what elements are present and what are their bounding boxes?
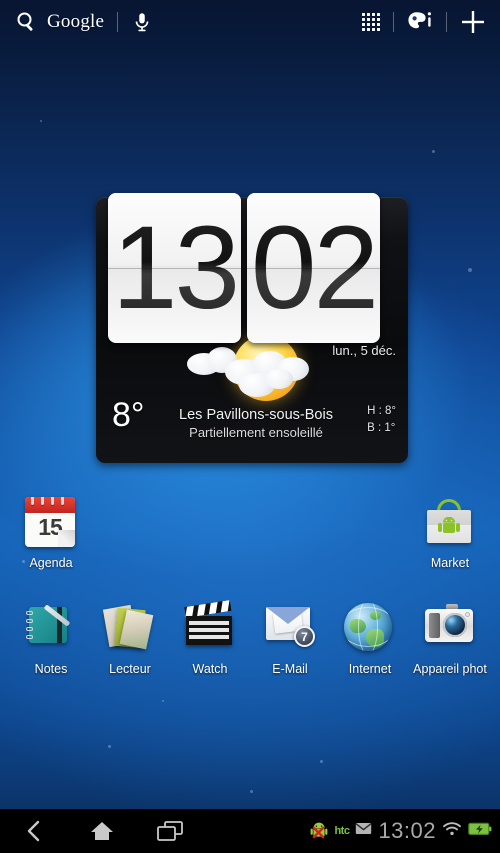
background-speck [40, 120, 42, 122]
background-speck [468, 268, 472, 272]
app-label-camera: Appareil phot [413, 663, 487, 676]
background-speck [320, 760, 323, 763]
google-brand-label[interactable]: Google [47, 11, 104, 33]
weather-city: Les Pavillons-sous-Bois [179, 407, 333, 423]
app-label-agenda: Agenda [29, 557, 73, 570]
background-speck [250, 790, 253, 793]
camera-icon [424, 603, 474, 643]
app-icon-market[interactable]: Market [407, 497, 493, 570]
bag-body [427, 510, 471, 543]
divider [117, 12, 119, 32]
cloud-shape [265, 369, 293, 389]
notebook-ring [26, 635, 33, 639]
globe-icon [344, 603, 392, 651]
personalize-icon[interactable] [407, 11, 433, 33]
calendar-page-curl [58, 530, 75, 547]
weather-date: lun., 5 déc. [332, 343, 396, 358]
home-icon[interactable] [68, 809, 136, 853]
camera-lens [443, 613, 467, 637]
clock-hours-value: 13 [108, 193, 241, 343]
app-label-lecteur: Lecteur [109, 663, 151, 676]
weather-high: H : 8° [367, 405, 396, 417]
background-speck [108, 745, 111, 748]
top-search-bar: Google [0, 0, 500, 44]
app-icon-notes[interactable]: Notes [8, 603, 94, 676]
notebook-ring [26, 627, 33, 631]
app-label-internet: Internet [348, 663, 392, 676]
envelope-flap [266, 607, 310, 624]
recent-apps-icon[interactable] [136, 809, 204, 853]
sun-behind-cloud-icon [181, 333, 331, 415]
weather-temperature: 8° [112, 396, 145, 434]
magazines-icon [102, 603, 154, 650]
app-icon-camera[interactable]: Appareil phot [407, 603, 493, 676]
magazine-front [119, 609, 154, 650]
app-icon-email[interactable]: 7 E-Mail [247, 603, 333, 676]
camera-grip [429, 613, 440, 638]
background-speck [432, 150, 435, 153]
envelope-status-icon [355, 822, 373, 840]
battery-charging-icon [468, 822, 492, 841]
notebook-ring [26, 619, 33, 623]
app-label-email: E-Mail [272, 663, 308, 676]
envelope-icon: 7 [264, 603, 315, 647]
app-icon-watch[interactable]: Watch [167, 599, 253, 676]
clapper-body [186, 616, 232, 645]
notebook-ring [26, 611, 33, 615]
divider [393, 12, 394, 32]
background-speck [162, 700, 164, 702]
app-icon-internet[interactable]: Internet [327, 603, 413, 676]
app-icon-agenda[interactable]: 15 Agenda [8, 497, 94, 570]
weather-high-low: H : 8° B : 1° [367, 403, 396, 436]
wifi-icon [442, 821, 462, 842]
app-label-watch: Watch [192, 663, 228, 676]
clapperboard-icon [184, 599, 234, 647]
microphone-icon[interactable] [131, 11, 153, 33]
weather-location-block: Les Pavillons-sous-Bois Partiellement en… [166, 406, 346, 441]
weather-low: B : 1° [367, 421, 396, 434]
calendar-icon: 15 [25, 497, 75, 547]
divider [446, 12, 447, 32]
clock-weather-widget[interactable]: 13 02 lun., 5 déc. 8° Les Pavillons-sous… [96, 193, 408, 463]
calendar-header [25, 497, 75, 513]
notebook-icon [25, 603, 75, 647]
clock-minutes-value: 02 [247, 193, 380, 343]
camera-shutter-dot [465, 612, 470, 617]
system-navigation-bar: htc 13:02 [0, 809, 500, 853]
search-icon[interactable] [14, 10, 38, 34]
plus-icon[interactable] [460, 9, 486, 35]
status-clock: 13:02 [378, 818, 436, 843]
carrier-label: htc [334, 825, 350, 837]
shopping-bag-icon [424, 497, 474, 545]
app-icon-lecteur[interactable]: Lecteur [87, 603, 173, 676]
app-label-market: Market [430, 557, 470, 570]
globe-meridian [358, 603, 378, 651]
apps-grid-icon[interactable] [362, 13, 380, 31]
status-tray: htc 13:02 [310, 818, 492, 844]
app-label-notes: Notes [34, 663, 68, 676]
flip-clock[interactable]: 13 02 [108, 193, 380, 343]
android-robot-icon [310, 822, 328, 840]
back-chevron-icon[interactable] [0, 809, 68, 853]
clock-minutes-card[interactable]: 02 [247, 193, 380, 343]
weather-condition: Partiellement ensoleillé [189, 424, 323, 440]
unread-badge: 7 [294, 626, 315, 647]
clock-hours-card[interactable]: 13 [108, 193, 241, 343]
